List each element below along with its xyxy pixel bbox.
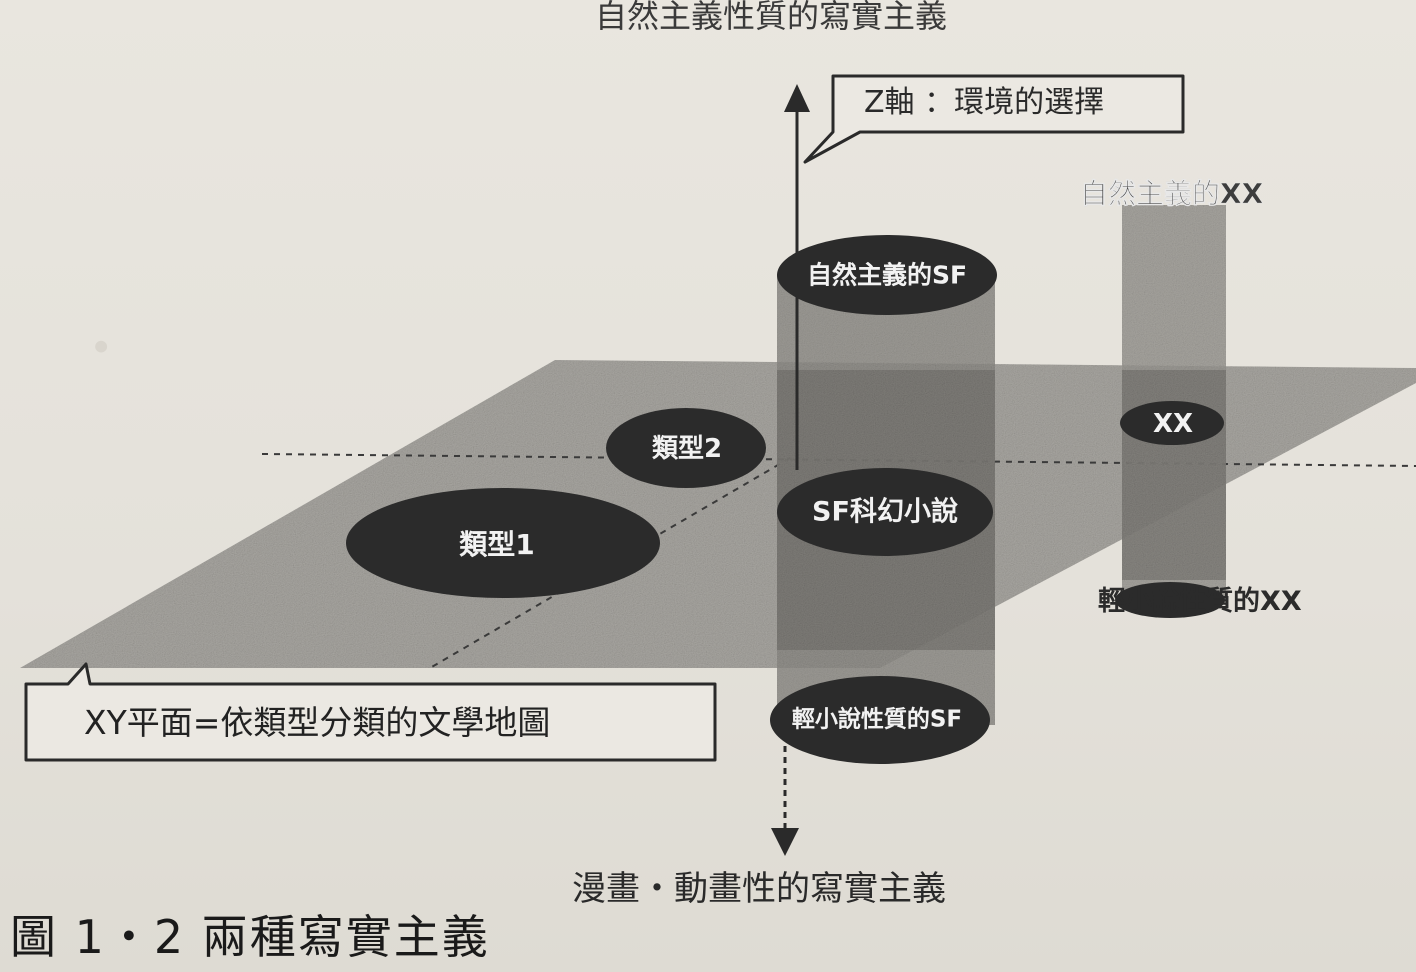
manga-anime-realism-axis-label: 漫畫・動畫性的寫實主義 (572, 869, 946, 909)
z-axis-callout-text: Z軸 ：環境的選擇 (864, 85, 1105, 120)
xx-cylinder-top-label: 自然主義的XX (1080, 177, 1264, 210)
sf-cylinder-bottom-label: 輕小說性質的SF (791, 706, 963, 733)
sf-cylinder-top-label: 自然主義的SF (806, 260, 968, 290)
genre-1-label: 類型1 (459, 528, 535, 561)
xy-plane-callout-text: XY平面=依類型分類的文學地圖 (84, 703, 551, 742)
natural-realism-axis-label: 自然主義性質的寫實主義 (595, 0, 948, 35)
z-axis-arrowhead-down (771, 828, 799, 856)
genre-2-label: 類型2 (651, 434, 723, 464)
sf-cylinder-middle-label: SF科幻小說 (812, 496, 958, 528)
z-axis-arrowhead-up (784, 84, 810, 112)
realism-diagram (20, 74, 1416, 856)
xx-cylinder-bottom-label: 輕小說性質的XX (1098, 586, 1302, 617)
figure-caption: 圖 1・2 兩種寫實主義 (10, 910, 490, 964)
xx-cylinder-middle-label: XX (1152, 409, 1194, 439)
